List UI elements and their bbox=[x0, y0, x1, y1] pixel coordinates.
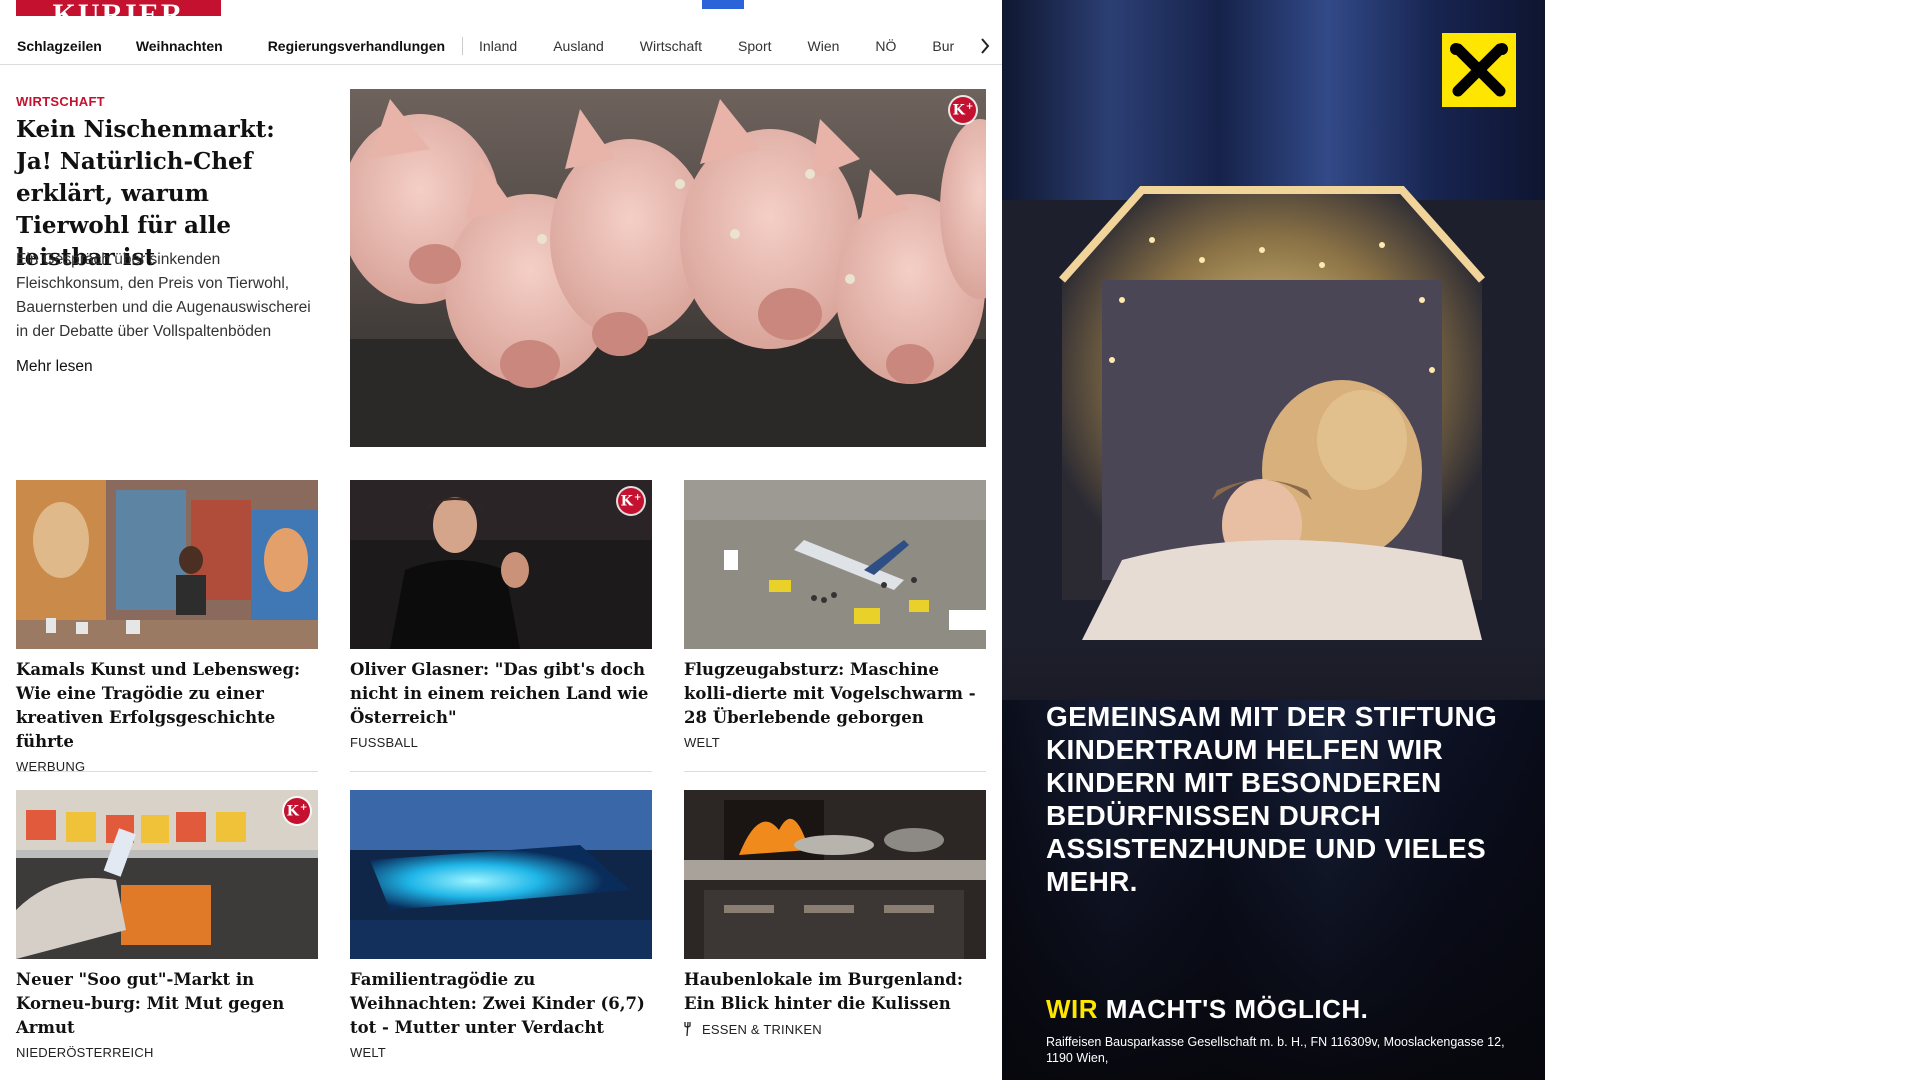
top-bar-button[interactable] bbox=[702, 0, 744, 9]
nav-item-regierungsverhandlungen[interactable]: Regierungsverhandlungen bbox=[268, 38, 445, 54]
article-image-painter bbox=[16, 480, 318, 649]
article-category[interactable]: Welt bbox=[684, 735, 986, 750]
kurier-plus-badge: K+ bbox=[618, 488, 644, 514]
article-card[interactable]: K+ Oliver Glasner: "Das gibt's doch nich… bbox=[350, 480, 652, 750]
hero-teaser: Ein Gespräch über sinkenden Fleischkonsu… bbox=[16, 251, 311, 340]
news-page: KURIER Schlagzeilen Weihnachten Regierun… bbox=[0, 0, 1002, 1080]
hero-category[interactable]: WIRTSCHAFT bbox=[16, 94, 105, 109]
advertisement-banner[interactable]: Gemeinsam mit der Stiftung Kindertraum h… bbox=[1002, 0, 1545, 1080]
read-more-link[interactable]: Mehr lesen bbox=[16, 358, 93, 376]
ad-photo-child-with-dog bbox=[1002, 0, 1545, 1080]
nav-item-noe[interactable]: NÖ bbox=[875, 38, 896, 54]
article-title[interactable]: Haubenlokale im Burgenland: Ein Blick hi… bbox=[684, 968, 986, 1016]
article-card[interactable]: Haubenlokale im Burgenland: Ein Blick hi… bbox=[684, 790, 986, 1037]
nav-item-sport[interactable]: Sport bbox=[738, 38, 771, 54]
article-card[interactable]: Kamals Kunst und Lebensweg: Wie eine Tra… bbox=[16, 480, 318, 774]
article-card[interactable]: Familientragödie zu Weihnachten: Zwei Ki… bbox=[350, 790, 652, 1060]
nav-item-schlagzeilen[interactable]: Schlagzeilen bbox=[17, 38, 102, 54]
article-image-kitchen-oven bbox=[684, 790, 986, 959]
nav-scroll-right-button[interactable] bbox=[960, 28, 1002, 64]
ad-slogan-highlight: WIR bbox=[1046, 994, 1099, 1024]
nav-item-burgenland[interactable]: Bur bbox=[932, 38, 954, 54]
article-category-label: Essen & Trinken bbox=[702, 1021, 822, 1037]
article-card[interactable]: Flugzeugabsturz: Maschine kolli-dierte m… bbox=[684, 480, 986, 750]
category-nav: Schlagzeilen Weihnachten Regierungsverha… bbox=[0, 28, 1002, 65]
row-divider bbox=[16, 771, 318, 772]
raiffeisen-gable-cross-icon bbox=[1450, 43, 1508, 97]
nav-item-inland[interactable]: Inland bbox=[479, 38, 517, 54]
article-image-supermarket: K+ bbox=[16, 790, 318, 959]
article-category[interactable]: Essen & Trinken bbox=[684, 1021, 986, 1037]
ad-slogan: WIR MACHT'S MÖGLICH. bbox=[1046, 994, 1368, 1025]
article-title[interactable]: Familientragödie zu Weihnachten: Zwei Ki… bbox=[350, 968, 652, 1040]
article-category[interactable]: Niederösterreich bbox=[16, 1045, 318, 1060]
article-card[interactable]: K+ Neuer "Soo gut"-Markt in Korneu-burg:… bbox=[16, 790, 318, 1060]
article-category[interactable]: Welt bbox=[350, 1045, 652, 1060]
piglets-photo bbox=[350, 89, 986, 447]
chevron-right-icon bbox=[981, 38, 990, 54]
kurier-logo[interactable]: KURIER bbox=[16, 0, 221, 16]
row-divider bbox=[684, 771, 986, 772]
logo-text: KURIER bbox=[52, 0, 184, 16]
row-divider bbox=[350, 771, 652, 772]
kurier-plus-badge: K+ bbox=[950, 97, 976, 123]
ad-legal-text: Raiffeisen Bausparkasse Gesellschaft m. … bbox=[1046, 1035, 1505, 1065]
nav-item-wien[interactable]: Wien bbox=[808, 38, 840, 54]
article-image-plane-crash bbox=[684, 480, 986, 649]
article-title[interactable]: Flugzeugabsturz: Maschine kolli-dierte m… bbox=[684, 658, 986, 730]
raiffeisen-logo bbox=[1442, 33, 1516, 107]
article-title[interactable]: Oliver Glasner: "Das gibt's doch nicht i… bbox=[350, 658, 652, 730]
article-image-police-light bbox=[350, 790, 652, 959]
nav-item-ausland[interactable]: Ausland bbox=[553, 38, 604, 54]
article-title[interactable]: Kamals Kunst und Lebensweg: Wie eine Tra… bbox=[16, 658, 318, 754]
nav-separator bbox=[462, 37, 464, 55]
article-image-glasner: K+ bbox=[350, 480, 652, 649]
ad-headline: Gemeinsam mit der Stiftung Kindertraum h… bbox=[1046, 701, 1498, 897]
article-title[interactable]: Neuer "Soo gut"-Markt in Korneu-burg: Mi… bbox=[16, 968, 318, 1040]
kurier-plus-badge: K+ bbox=[284, 798, 310, 824]
fork-icon bbox=[684, 1021, 691, 1037]
nav-item-weihnachten[interactable]: Weihnachten bbox=[136, 38, 223, 54]
hero-image-piglets[interactable]: K+ bbox=[350, 89, 986, 447]
article-category[interactable]: Fussball bbox=[350, 735, 652, 750]
ad-slogan-rest: MACHT'S MÖGLICH. bbox=[1098, 994, 1369, 1024]
nav-item-wirtschaft[interactable]: Wirtschaft bbox=[640, 38, 702, 54]
